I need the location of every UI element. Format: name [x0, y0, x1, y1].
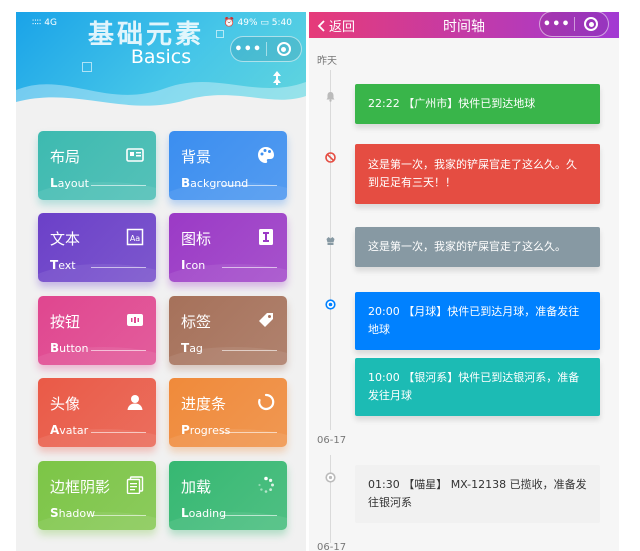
- timeline-event: 10:00 【银河系】快件已到达银河系，准备发往月球: [355, 358, 600, 416]
- event-text: 22:22 【广州市】快件已到达地球: [368, 97, 536, 110]
- timeline-screen: 返回 时间轴 ••• 昨天 22:22 【广州市】快件已到达地球 这是第一次，我…: [309, 12, 619, 551]
- icon-icon: [259, 229, 273, 245]
- card-line: [91, 350, 146, 351]
- card-subtitle: Shadow: [50, 506, 96, 520]
- card-shadow[interactable]: 边框阴影 Shadow: [38, 461, 156, 530]
- card-subtitle: Loading: [181, 506, 227, 520]
- basics-screen: ∶∶∶∶ 4G ⏰ 49% ▭ 5:40 基础元素 Basics ••• 布局 …: [16, 12, 306, 551]
- progress-icon: [258, 393, 275, 411]
- card-title: 按钮: [50, 313, 81, 331]
- timeline-node: [324, 151, 337, 164]
- timeline-axis: [330, 455, 331, 543]
- card-subtitle: Button: [50, 341, 89, 355]
- card-line: [222, 350, 277, 351]
- arrow-up-icon: [273, 71, 281, 85]
- timeline-event: 22:22 【广州市】快件已到达地球: [355, 84, 600, 124]
- timeline-axis: [330, 70, 331, 430]
- palette-icon: [258, 147, 274, 163]
- card-button[interactable]: 按钮 Button: [38, 296, 156, 365]
- target-icon: [276, 42, 291, 56]
- card-subtitle: Text: [50, 258, 76, 272]
- card-background[interactable]: 背景 Background: [169, 131, 287, 200]
- menu-button[interactable]: •••: [540, 17, 574, 32]
- layout-icon: [126, 148, 144, 162]
- event-text: 10:00 【银河系】快件已到达银河系，准备发往月球: [368, 371, 580, 402]
- event-text: 这是第一次，我家的铲屎官走了这么久。: [368, 240, 566, 253]
- card-tag[interactable]: 标签 Tag: [169, 296, 287, 365]
- target-icon: [325, 299, 336, 310]
- status-signal: ∶∶∶∶ 4G: [32, 18, 57, 28]
- card-line: [91, 515, 146, 516]
- card-line: [222, 515, 277, 516]
- card-title: 头像: [50, 395, 81, 413]
- card-subtitle: Background: [181, 176, 249, 190]
- timeline-node: [324, 471, 337, 484]
- timeline-node: [324, 298, 337, 311]
- card-title: 边框阴影: [50, 478, 111, 496]
- mini-program-capsule: •••: [230, 36, 302, 62]
- card-line: [91, 432, 146, 433]
- card-line: [222, 185, 277, 186]
- timeline-node: [324, 234, 337, 247]
- no-icon: [325, 152, 336, 163]
- card-icon[interactable]: 图标 Icon: [169, 213, 287, 282]
- date-label: 昨天: [317, 56, 337, 67]
- card-line: [222, 267, 277, 268]
- card-avatar[interactable]: 头像 Avatar: [38, 378, 156, 447]
- card-line: [222, 432, 277, 433]
- nav-bar: 返回 时间轴 •••: [309, 12, 619, 38]
- card-title: 背景: [181, 148, 212, 166]
- target-icon: [584, 17, 599, 31]
- card-title: 标签: [181, 313, 212, 331]
- card-title: 加载: [181, 478, 212, 496]
- card-loading[interactable]: 加载 Loading: [169, 461, 287, 530]
- timeline-event: 01:30 【喵星】 MX-12138 已揽收，准备发往银河系: [355, 465, 600, 523]
- close-button[interactable]: [575, 17, 609, 31]
- svg-text:Aa: Aa: [130, 234, 140, 243]
- loading-icon: [258, 476, 274, 493]
- status-right: ⏰ 49% ▭ 5:40: [223, 18, 292, 28]
- timeline-event: 这是第一次，我家的铲屎官走了这么久。: [355, 227, 600, 267]
- hero-banner: ∶∶∶∶ 4G ⏰ 49% ▭ 5:40 基础元素 Basics •••: [16, 12, 306, 120]
- square-decoration: [82, 62, 92, 72]
- card-title: 文本: [50, 230, 81, 248]
- card-subtitle: Progress: [181, 423, 231, 437]
- wave-decoration: [16, 82, 306, 120]
- card-subtitle: Icon: [181, 258, 206, 272]
- timeline-event: 这是第一次，我家的铲屎官走了这么久。久到足足有三天！！: [355, 144, 600, 204]
- mini-program-capsule: •••: [539, 12, 609, 37]
- square-decoration: [216, 30, 224, 38]
- timeline-event: 20:00 【月球】快件已到达月球，准备发往地球: [355, 292, 600, 350]
- card-title: 布局: [50, 148, 81, 166]
- card-subtitle: Tag: [181, 341, 203, 355]
- card-text[interactable]: 文本 Text Aa: [38, 213, 156, 282]
- close-button[interactable]: [267, 42, 302, 56]
- card-progress[interactable]: 进度条 Progress: [169, 378, 287, 447]
- circle-icon: [325, 472, 336, 483]
- bell-icon: [326, 92, 335, 102]
- card-subtitle: Avatar: [50, 423, 89, 437]
- event-text: 20:00 【月球】快件已到达月球，准备发往地球: [368, 305, 580, 336]
- card-line: [91, 185, 146, 186]
- date-label: 06-17: [317, 435, 347, 446]
- timeline-node: [324, 90, 337, 103]
- button-icon: [127, 314, 143, 326]
- card-title: 进度条: [181, 395, 227, 413]
- event-text: 这是第一次，我家的铲屎官走了这么久。久到足足有三天！！: [368, 158, 577, 189]
- date-label: 06-17: [317, 542, 347, 551]
- card-subtitle: Layout: [50, 176, 89, 190]
- shadow-icon: [126, 476, 144, 494]
- card-layout[interactable]: 布局 Layout: [38, 131, 156, 200]
- text-icon: Aa: [126, 228, 144, 246]
- menu-button[interactable]: •••: [231, 42, 266, 57]
- badge-icon: [326, 237, 335, 245]
- avatar-icon: [127, 395, 143, 410]
- tag-icon: [259, 313, 273, 327]
- card-title: 图标: [181, 230, 212, 248]
- event-text: 01:30 【喵星】 MX-12138 已揽收，准备发往银河系: [368, 478, 587, 509]
- card-line: [91, 267, 146, 268]
